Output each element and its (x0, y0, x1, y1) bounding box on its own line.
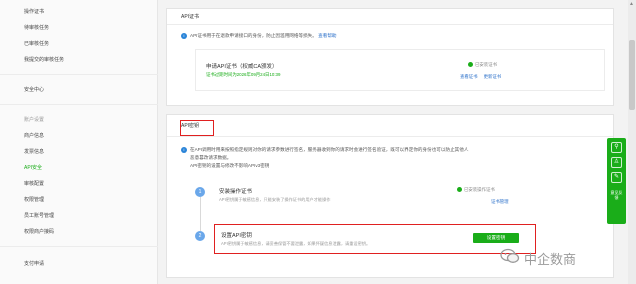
sidebar-item-api-security[interactable]: API安全 (24, 164, 42, 171)
step-1-link-wrap: 证书管理 (491, 199, 515, 205)
step-1-desc: API密钥属于敏感信息，只能安装了操作证书的用户才能操作 (219, 197, 331, 202)
sidebar-item-merchant-info[interactable]: 商户信息 (24, 132, 44, 139)
api-key-notice-line3: API密钥的设置与修改不影响APIv3密钥 (190, 163, 270, 168)
cert-manage-link[interactable]: 证书管理 (491, 199, 509, 204)
step-2-badge: 2 (195, 231, 205, 241)
highlight-set-key-row (214, 224, 536, 254)
wechat-logo-icon (500, 248, 520, 263)
api-cert-panel: API证书 i API证书用于在退款申请接口的身份，防止因滥用网络等损失。 查看帮… (166, 8, 614, 106)
watermark-text: 中企数商 (524, 253, 577, 268)
api-key-notice-text1: 在API调用时用来按照指定规则对你的请求参数进行签名，服务器收到你的请求时会进行… (190, 147, 469, 153)
watermark: 中企数商 (500, 246, 616, 268)
cert-apply-title: 申请API证书（权威CA颁发） (206, 64, 278, 70)
sidebar-item-reviewed-tasks[interactable]: 已审核任务 (24, 40, 49, 47)
sidebar-item-operation-cert[interactable]: 操作证书 (24, 8, 44, 15)
cert-status: 已安装证书 (468, 62, 497, 68)
step-1-status-text: 已安装操作证书 (464, 187, 495, 192)
feedback-text[interactable]: 意见反馈 (609, 190, 624, 200)
step-1-title: 安装操作证书 (219, 189, 253, 195)
float-toolbar: ⚲ ♙ ✎ 意见反馈 (607, 138, 626, 224)
info-icon: i (181, 147, 187, 153)
sidebar-divider (0, 246, 158, 247)
step-1-badge: 1 (195, 187, 205, 197)
sidebar-item-staff-accounts[interactable]: 员工账号管理 (24, 212, 54, 219)
scroll-up-icon[interactable]: ▲ (629, 1, 634, 7)
api-cert-notice-text: API证书用于在退款申请接口的身份，防止因滥用网络等损失。 (190, 33, 317, 39)
info-icon: i (181, 33, 187, 39)
sidebar: 操作证书 待审核任务 已审核任务 我提交的审核任务 安全中心 账户设置 商户信息… (0, 0, 158, 284)
api-cert-box: 申请API证书（权威CA颁发） 证书过期时间为2026年09月24日10:39 … (195, 49, 605, 91)
view-cert-link[interactable]: 查看证书 (460, 74, 478, 79)
cert-status-text: 已安装证书 (475, 62, 497, 67)
sidebar-item-review-config[interactable]: 审核配置 (24, 180, 44, 187)
main-content: API证书 i API证书用于在退款申请接口的身份，防止因滥用网络等损失。 查看帮… (166, 0, 626, 284)
sidebar-item-pending-tasks[interactable]: 待审核任务 (24, 24, 49, 31)
sidebar-item-my-submitted-tasks[interactable]: 我提交的审核任务 (24, 56, 64, 63)
sidebar-item-payment-apply[interactable]: 支付申请 (24, 260, 44, 267)
api-key-notice-line2: 恶意篡改请求数据。 (190, 155, 232, 160)
help-link[interactable]: 查看帮助 (318, 33, 336, 38)
sidebar-item-permission-mgmt[interactable]: 权限管理 (24, 196, 44, 203)
api-key-notice-line1: i 在API调用时用来按照指定规则对你的请求参数进行签名，服务器收到你的请求时会进… (181, 147, 468, 153)
cert-expiry-text: 证书过期时间为2026年09月24日10:39 (206, 72, 281, 77)
highlight-api-key-tab (180, 120, 214, 136)
link-icon[interactable]: ⚲ (611, 142, 622, 153)
sidebar-section-account: 账户设置 (24, 117, 45, 123)
api-cert-title: API证书 (167, 9, 613, 25)
check-circle-icon (468, 62, 473, 68)
cert-links: 查看证书 更新证书 (460, 74, 507, 80)
edit-icon[interactable]: ✎ (611, 172, 622, 183)
check-circle-icon (457, 187, 462, 193)
api-key-tab[interactable]: API密钥 (167, 115, 613, 137)
user-icon[interactable]: ♙ (611, 157, 622, 168)
api-cert-notice: i API证书用于在退款申请接口的身份，防止因滥用网络等损失。 查看帮助 (181, 33, 337, 39)
scrollbar-thumb[interactable] (629, 40, 635, 110)
sidebar-item-invoice-info[interactable]: 发票信息 (24, 148, 44, 155)
sidebar-divider (0, 104, 158, 105)
update-cert-link[interactable]: 更新证书 (484, 74, 502, 79)
sidebar-divider (0, 74, 158, 75)
sidebar-item-security-center[interactable]: 安全中心 (24, 86, 44, 93)
sidebar-item-merchant-code[interactable]: 权限商户接码 (24, 228, 54, 235)
step-1-status: 已安装操作证书 (457, 187, 495, 193)
step-connector (200, 197, 201, 231)
